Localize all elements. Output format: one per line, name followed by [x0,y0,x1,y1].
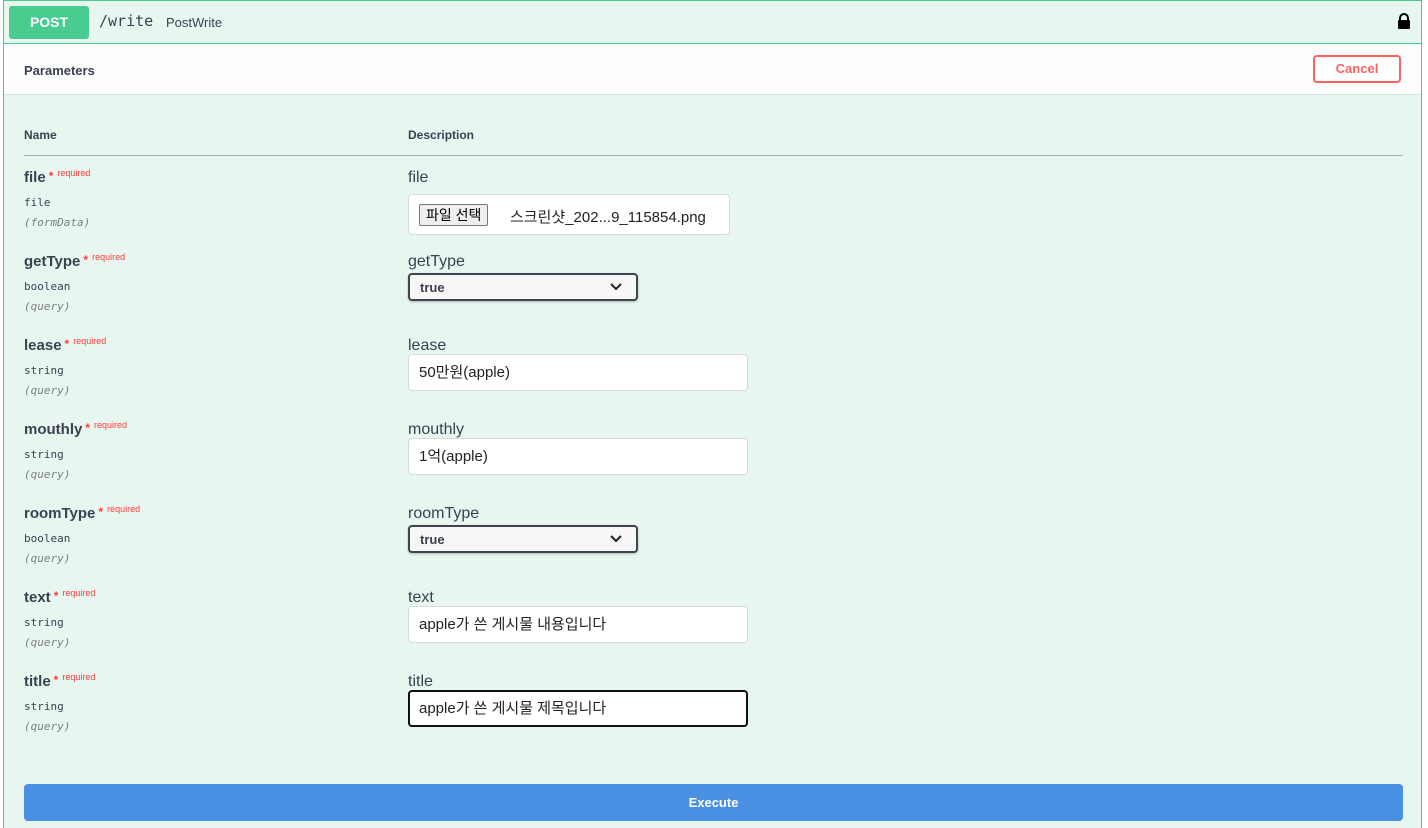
parameters-title: Parameters [24,63,95,78]
param-name: title * required [24,672,96,690]
param-name: roomType * required [24,504,141,522]
param-description: title [408,673,433,690]
param-row-roomtype: roomType * required boolean (query) roomTy… [24,504,1404,589]
chevron-down-icon [610,283,622,291]
param-type: string [24,700,64,713]
execute-button[interactable]: Execute [24,784,1403,821]
choose-file-button[interactable]: 파일 선택 [419,204,489,226]
param-description: mouthly [408,421,465,438]
title-input[interactable]: apple가 쓴 게시물 제목입니다 [408,690,748,727]
param-location: (query) [24,636,71,649]
param-type: string [24,616,64,629]
select-value: true [420,280,445,295]
roomtype-select[interactable]: true [408,525,638,553]
lock-icon[interactable] [1397,13,1411,29]
param-location: (query) [24,720,71,733]
param-description: text [408,589,434,606]
gettype-select[interactable]: true [408,273,638,301]
param-type: boolean [24,532,71,545]
param-name: mouthly * required [24,420,128,438]
text-input[interactable]: apple가 쓴 게시물 내용입니다 [408,606,748,643]
file-input[interactable]: 파일 선택 스크린샷_202...9_115854.png [408,194,730,235]
column-header-name: Name [24,128,57,142]
param-row-text: text * required string (query) text apple가… [24,588,1404,673]
param-row-file: file * required file (formData) file 파일 선택… [24,168,1404,253]
param-description: getType [408,253,465,270]
param-description: roomType [408,505,480,522]
param-location: (query) [24,300,71,313]
param-row-lease: lease * required string (query) lease 50만원… [24,336,1404,421]
header-divider [24,155,1403,156]
param-name: file * required [24,168,91,186]
param-location: (formData) [24,216,91,229]
operation-summary[interactable]: POST /write PostWrite [4,1,1421,44]
param-row-gettype: getType * required boolean (query) getType… [24,252,1404,337]
param-description: lease [408,337,447,354]
cancel-button[interactable]: Cancel [1313,55,1401,83]
select-value: true [420,532,445,547]
operation-block: POST /write PostWrite Parameters Cancel … [3,0,1422,828]
column-header-description: Description [408,128,475,142]
param-row-mouthly: mouthly * required string (query) mouthly … [24,420,1404,505]
param-name: text * required [24,588,96,606]
param-location: (query) [24,552,71,565]
param-type: string [24,364,64,377]
param-description: file [408,169,429,186]
param-name: getType * required [24,252,126,270]
operation-summary-text: PostWrite [166,15,223,30]
param-location: (query) [24,384,71,397]
param-location: (query) [24,468,71,481]
mouthly-input[interactable]: 1억(apple) [408,438,748,475]
param-type: boolean [24,280,71,293]
param-row-title: title * required string (query) title appl… [24,672,1404,757]
param-name: lease * required [24,336,107,354]
chosen-file-name: 스크린샷_202...9_115854.png [510,209,706,226]
method-badge: POST [9,6,89,39]
param-type: string [24,448,64,461]
operation-path: /write [99,12,154,30]
lease-input[interactable]: 50만원(apple) [408,354,748,391]
chevron-down-icon [610,535,622,543]
param-type: file [24,196,51,209]
parameters-header: Parameters Cancel [4,44,1421,95]
